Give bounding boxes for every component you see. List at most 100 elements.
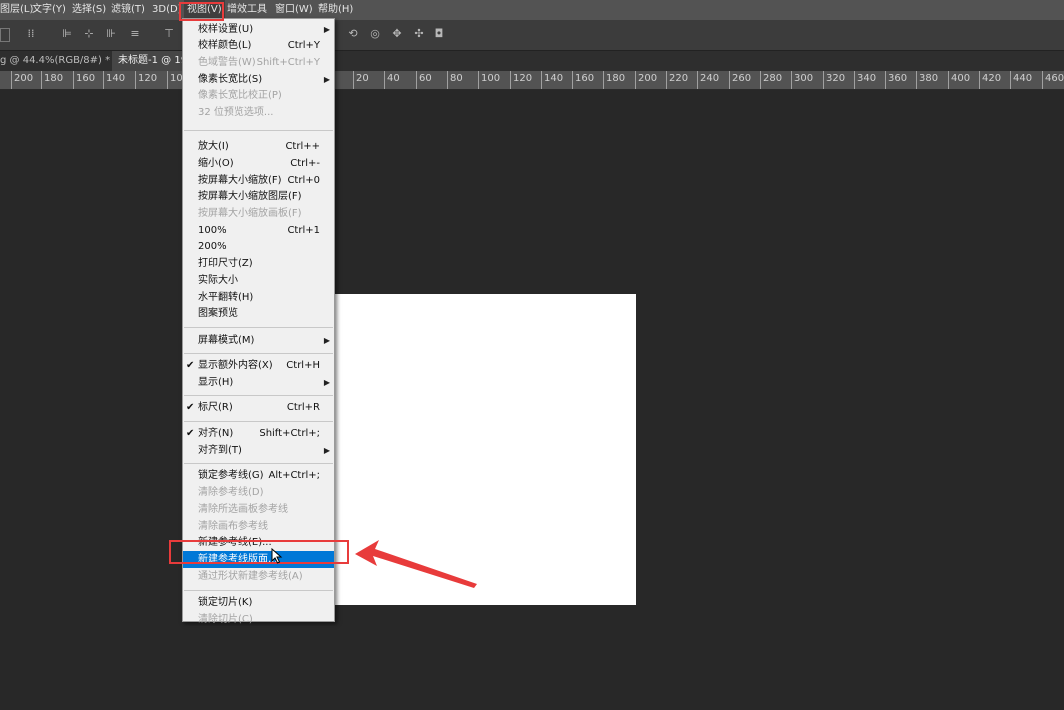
view-menu-item-label: 缩小(O) — [198, 158, 234, 169]
menu-window[interactable]: 窗口(W) — [275, 0, 313, 20]
ruler-tick-label: 100 — [481, 73, 501, 84]
ruler-tick-label: 280 — [763, 73, 783, 84]
checkmark-icon: ✔ — [186, 428, 195, 439]
ruler-tick-mark — [760, 71, 761, 89]
view-menu-highlight-box — [179, 2, 224, 21]
view-menu-item[interactable]: ✔ 对齐(N) Shift+Ctrl+; — [183, 425, 334, 442]
ruler-tick-label: 340 — [857, 73, 877, 84]
ruler-tick-mark — [447, 71, 448, 89]
3d-roll-icon[interactable]: ◎ — [368, 27, 382, 41]
view-menu-item[interactable]: 锁定切片(K) — [183, 594, 334, 611]
align-vertical-icon[interactable]: ⊤ — [162, 27, 176, 41]
ruler-tick-label: 360 — [888, 73, 908, 84]
3d-camera-icon[interactable]: ◘ — [432, 27, 446, 41]
view-menu-item: 清除所选画板参考线 — [183, 501, 334, 518]
ruler-tick-mark — [572, 71, 573, 89]
menu-3d[interactable]: 3D(D) — [152, 0, 182, 20]
ruler-tick-label: 140 — [544, 73, 564, 84]
menu-bar: 图层(L) 文字(Y) 选择(S) 滤镜(T) 3D(D) 视图(V) 增效工具… — [0, 0, 1064, 20]
ruler-tick-label: 10 — [170, 73, 183, 84]
menu-filter[interactable]: 滤镜(T) — [111, 0, 145, 20]
menu-layer[interactable]: 图层(L) — [0, 0, 33, 20]
ruler-tick-label: 200 — [638, 73, 658, 84]
ruler-tick-label: 160 — [76, 73, 96, 84]
ruler-tick-mark — [1010, 71, 1011, 89]
ruler-tick-label: 20 — [356, 73, 369, 84]
view-menu-item-label: 32 位预览选项... — [198, 107, 274, 118]
ruler-tick-label: 440 — [1013, 73, 1033, 84]
view-menu-item[interactable]: 200% — [183, 238, 334, 255]
view-menu-item[interactable]: ✔ 标尺(R) Ctrl+R — [183, 399, 334, 416]
view-menu-item[interactable]: 100% Ctrl+1 — [183, 222, 334, 239]
menu-select[interactable]: 选择(S) — [72, 0, 106, 20]
menu-type[interactable]: 文字(Y) — [32, 0, 66, 20]
view-menu-item[interactable]: 锁定参考线(G) Alt+Ctrl+; — [183, 467, 334, 484]
view-menu-item[interactable]: 图案预览 — [183, 305, 334, 322]
align-center-icon[interactable]: ⊹ — [82, 27, 96, 41]
ruler-tick-mark — [510, 71, 511, 89]
align-left-icon[interactable]: ⊫ — [60, 27, 74, 41]
view-menu-item: 按屏幕大小缩放画板(F) — [183, 205, 334, 222]
ruler-tick-label: 420 — [982, 73, 1002, 84]
view-menu-item[interactable]: 实际大小 — [183, 272, 334, 289]
menu-plugins[interactable]: 增效工具 — [227, 0, 267, 20]
view-menu-item-label: 实际大小 — [198, 275, 238, 286]
3d-slide-icon[interactable]: ✣ — [412, 27, 426, 41]
view-menu-item[interactable]: ✔ 显示额外内容(X) Ctrl+H — [183, 357, 334, 374]
ruler-tick-mark — [854, 71, 855, 89]
view-menu-item[interactable]: 打印尺寸(Z) — [183, 255, 334, 272]
ruler-tick-mark — [791, 71, 792, 89]
view-menu-item-label: 像素长宽比(S) — [198, 74, 263, 85]
menu-help[interactable]: 帮助(H) — [318, 0, 353, 20]
submenu-arrow-icon: ▶ — [323, 75, 330, 84]
view-menu-item-label: 标尺(R) — [198, 402, 233, 413]
view-menu-item-shortcut: Shift+Ctrl+Y — [256, 57, 320, 68]
ruler-tick-label: 300 — [794, 73, 814, 84]
view-menu-item: 通过形状新建参考线(A) — [183, 568, 334, 585]
3d-pan-icon[interactable]: ✥ — [390, 27, 404, 41]
ruler-tick-label: 60 — [419, 73, 432, 84]
menu-separator — [184, 590, 333, 591]
distribute-spacing-icon[interactable]: ⁞⁞ — [24, 27, 38, 41]
view-menu-item-label: 像素长宽比校正(P) — [198, 90, 282, 101]
ruler-tick-label: 180 — [44, 73, 64, 84]
view-menu-item: 清除参考线(D) — [183, 484, 334, 501]
ruler-tick-mark — [167, 71, 168, 89]
view-menu-item[interactable]: 按屏幕大小缩放图层(F) — [183, 188, 334, 205]
submenu-arrow-icon: ▶ — [323, 25, 330, 34]
ruler-tick-mark — [1042, 71, 1043, 89]
view-menu-item[interactable]: 显示(H) ▶ — [183, 374, 334, 391]
checkmark-icon: ✔ — [186, 402, 195, 413]
view-menu-item: 色域警告(W) Shift+Ctrl+Y — [183, 54, 334, 71]
ruler-tick-mark — [666, 71, 667, 89]
align-top-icon[interactable]: ≡ — [128, 27, 142, 41]
horizontal-ruler[interactable]: 200 180 160 140 120 10 20 40 60 80 100 120 140 160 180… — [0, 71, 1064, 90]
checkmark-icon: ✔ — [186, 360, 195, 371]
tool-preset-icon[interactable] — [0, 28, 10, 42]
3d-rotate-icon[interactable]: ⟲ — [346, 27, 360, 41]
view-menu-item[interactable]: 像素长宽比(S) ▶ — [183, 71, 334, 88]
ruler-tick-mark — [823, 71, 824, 89]
view-menu-item[interactable]: 对齐到(T) ▶ — [183, 442, 334, 459]
view-menu-item-shortcut: Ctrl+Y — [287, 40, 320, 51]
ruler-tick-label: 400 — [951, 73, 971, 84]
view-menu-dropdown: 校样设置(U) ▶ 校样颜色(L) Ctrl+Y 色域警告(W) Shift+Ctrl+Y… — [182, 18, 335, 625]
ruler-tick-mark — [353, 71, 354, 89]
menu-separator — [184, 421, 333, 422]
view-menu-item-shortcut: Shift+Ctrl+; — [259, 428, 320, 439]
align-right-icon[interactable]: ⊪ — [104, 27, 118, 41]
view-menu-item[interactable]: 屏幕模式(M) ▶ — [183, 332, 334, 349]
ruler-tick-label: 180 — [606, 73, 626, 84]
view-menu-item[interactable]: 校样颜色(L) Ctrl+Y — [183, 37, 334, 54]
view-menu-item[interactable]: 校样设置(U) ▶ — [183, 21, 334, 38]
view-menu-item[interactable]: 放大(I) Ctrl++ — [183, 138, 334, 155]
view-menu-item[interactable]: 水平翻转(H) — [183, 289, 334, 306]
ruler-tick-mark — [635, 71, 636, 89]
ruler-tick-label: 120 — [513, 73, 533, 84]
view-menu-item[interactable]: 缩小(O) Ctrl+- — [183, 155, 334, 172]
view-menu-item[interactable]: 按屏幕大小缩放(F) Ctrl+0 — [183, 172, 334, 189]
view-menu-item-label: 按屏幕大小缩放图层(F) — [198, 191, 302, 202]
tab-document-2[interactable]: 未标题-1 @ 19 — [112, 51, 194, 71]
view-menu-item: 像素长宽比校正(P) — [183, 87, 334, 104]
view-menu-item-label: 通过形状新建参考线(A) — [198, 571, 303, 582]
